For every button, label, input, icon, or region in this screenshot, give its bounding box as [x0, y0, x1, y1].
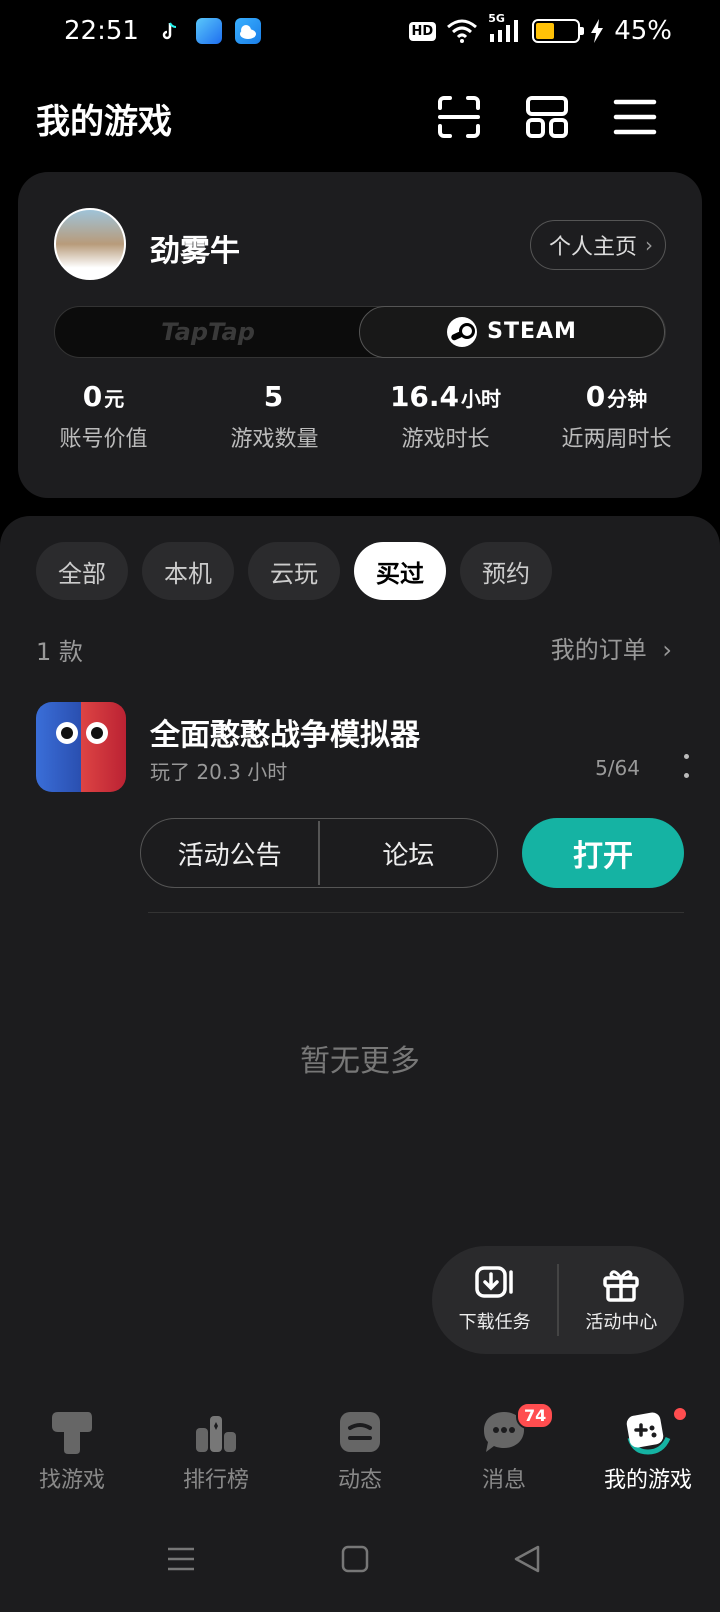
- tiktok-icon: [157, 18, 183, 44]
- stats-row: 0元 账号价值 5 游戏数量 16.4 小时 游戏时长 0 分钟 近两周时长: [18, 380, 702, 453]
- steam-icon: [447, 316, 478, 347]
- profile-card: 劲雾牛 个人主页 › TapTap STEAM 0元 账号价值 5 游戏数量 1…: [18, 172, 702, 498]
- battery-icon: [532, 19, 585, 43]
- network-label: 5G: [488, 12, 505, 25]
- username: 劲雾牛: [150, 234, 240, 269]
- game-icon[interactable]: [36, 702, 126, 792]
- charging-icon: [591, 19, 604, 43]
- nav-ranking[interactable]: 排行榜: [144, 1386, 288, 1512]
- chevron-right-icon: ›: [645, 233, 653, 257]
- menu-icon[interactable]: [612, 94, 658, 140]
- status-bar: 22:51 HD 5G 45%: [0, 0, 720, 66]
- cellular-signal-icon: 5G: [488, 12, 522, 44]
- back-icon[interactable]: [512, 1544, 542, 1574]
- ranking-icon: [196, 1416, 236, 1452]
- gamepad-icon: [626, 1412, 671, 1455]
- notification-dot: [672, 1406, 688, 1422]
- taptap-icon: [52, 1412, 92, 1454]
- hd-badge: HD: [408, 21, 437, 41]
- grid-icon[interactable]: [524, 94, 570, 140]
- message-badge: 74: [516, 1402, 555, 1429]
- platform-switch: TapTap STEAM: [54, 305, 666, 358]
- game-playtime: 玩了 20.3 小时: [150, 760, 288, 784]
- game-action-group: 活动公告 论坛: [140, 818, 498, 888]
- divider: [148, 912, 684, 913]
- stat-play-time: 16.4 小时 游戏时长: [389, 380, 502, 452]
- filter-tabs: 全部 本机 云玩 买过 预约: [36, 542, 552, 600]
- tab-all[interactable]: 全部: [36, 542, 128, 600]
- download-tasks-button[interactable]: 下载任务: [432, 1266, 557, 1334]
- nav-label: 动态: [337, 1468, 382, 1493]
- forum-button[interactable]: 论坛: [320, 819, 497, 887]
- orders-link[interactable]: 我的订单 ›: [551, 630, 672, 665]
- bottom-nav: 找游戏 排行榜 动态 74 消息 我的游戏: [0, 1386, 720, 1512]
- game-title[interactable]: 全面憨憨战争模拟器: [150, 710, 420, 754]
- stat-recent-time: 0 分钟 近两周时长: [561, 380, 672, 452]
- gift-icon: [603, 1270, 640, 1302]
- nav-label: 排行榜: [182, 1468, 249, 1493]
- download-icon: [474, 1266, 513, 1298]
- tab-local[interactable]: 本机: [142, 542, 234, 600]
- open-game-button[interactable]: 打开: [522, 818, 684, 888]
- announcement-button[interactable]: 活动公告: [141, 819, 318, 887]
- recent-apps-icon[interactable]: [166, 1544, 196, 1574]
- more-options-icon[interactable]: [682, 754, 690, 778]
- weather-icon: [235, 18, 261, 44]
- status-time: 22:51: [64, 16, 139, 46]
- activity-center-button[interactable]: 活动中心: [559, 1266, 684, 1334]
- game-achievements: 5/64: [595, 756, 640, 780]
- chevron-right-icon: ›: [662, 636, 672, 664]
- nav-messages[interactable]: 74 消息: [432, 1386, 576, 1512]
- scan-icon[interactable]: [436, 94, 482, 140]
- homepage-button[interactable]: 个人主页 ›: [529, 220, 666, 270]
- nav-find-games[interactable]: 找游戏: [0, 1386, 144, 1512]
- homepage-label: 个人主页: [548, 235, 637, 260]
- system-nav-bar: [0, 1512, 720, 1612]
- empty-text: 暂无更多: [300, 1044, 420, 1079]
- wifi-icon: [447, 19, 478, 43]
- platform-steam-label: STEAM: [487, 319, 577, 344]
- avatar[interactable]: [54, 208, 126, 280]
- platform-taptap[interactable]: TapTap: [55, 307, 361, 357]
- nav-label: 消息: [481, 1468, 526, 1493]
- download-tasks-label: 下载任务: [458, 1312, 531, 1333]
- feed-icon: [340, 1412, 380, 1452]
- home-icon[interactable]: [340, 1544, 370, 1574]
- tab-reserved[interactable]: 预约: [460, 542, 552, 600]
- game-count-text: 1 款: [36, 638, 83, 666]
- nav-feed[interactable]: 动态: [288, 1386, 432, 1512]
- stat-game-count: 5 游戏数量: [230, 380, 319, 452]
- page-title: 我的游戏: [36, 102, 172, 142]
- platform-steam[interactable]: STEAM: [359, 305, 665, 358]
- browser-icon: [196, 18, 222, 44]
- activity-center-label: 活动中心: [585, 1312, 658, 1333]
- page-header: 我的游戏: [0, 88, 720, 148]
- tab-purchased[interactable]: 买过: [354, 542, 446, 600]
- nav-label: 找游戏: [38, 1468, 105, 1493]
- nav-my-games[interactable]: 我的游戏: [576, 1386, 720, 1512]
- tab-cloud[interactable]: 云玩: [248, 542, 340, 600]
- stat-account-value: 0元 账号价值: [59, 380, 148, 452]
- nav-label: 我的游戏: [603, 1468, 692, 1493]
- orders-label: 我的订单: [550, 636, 647, 664]
- battery-percent: 45%: [614, 16, 672, 46]
- floating-action-bar: 下载任务 活动中心: [432, 1246, 684, 1354]
